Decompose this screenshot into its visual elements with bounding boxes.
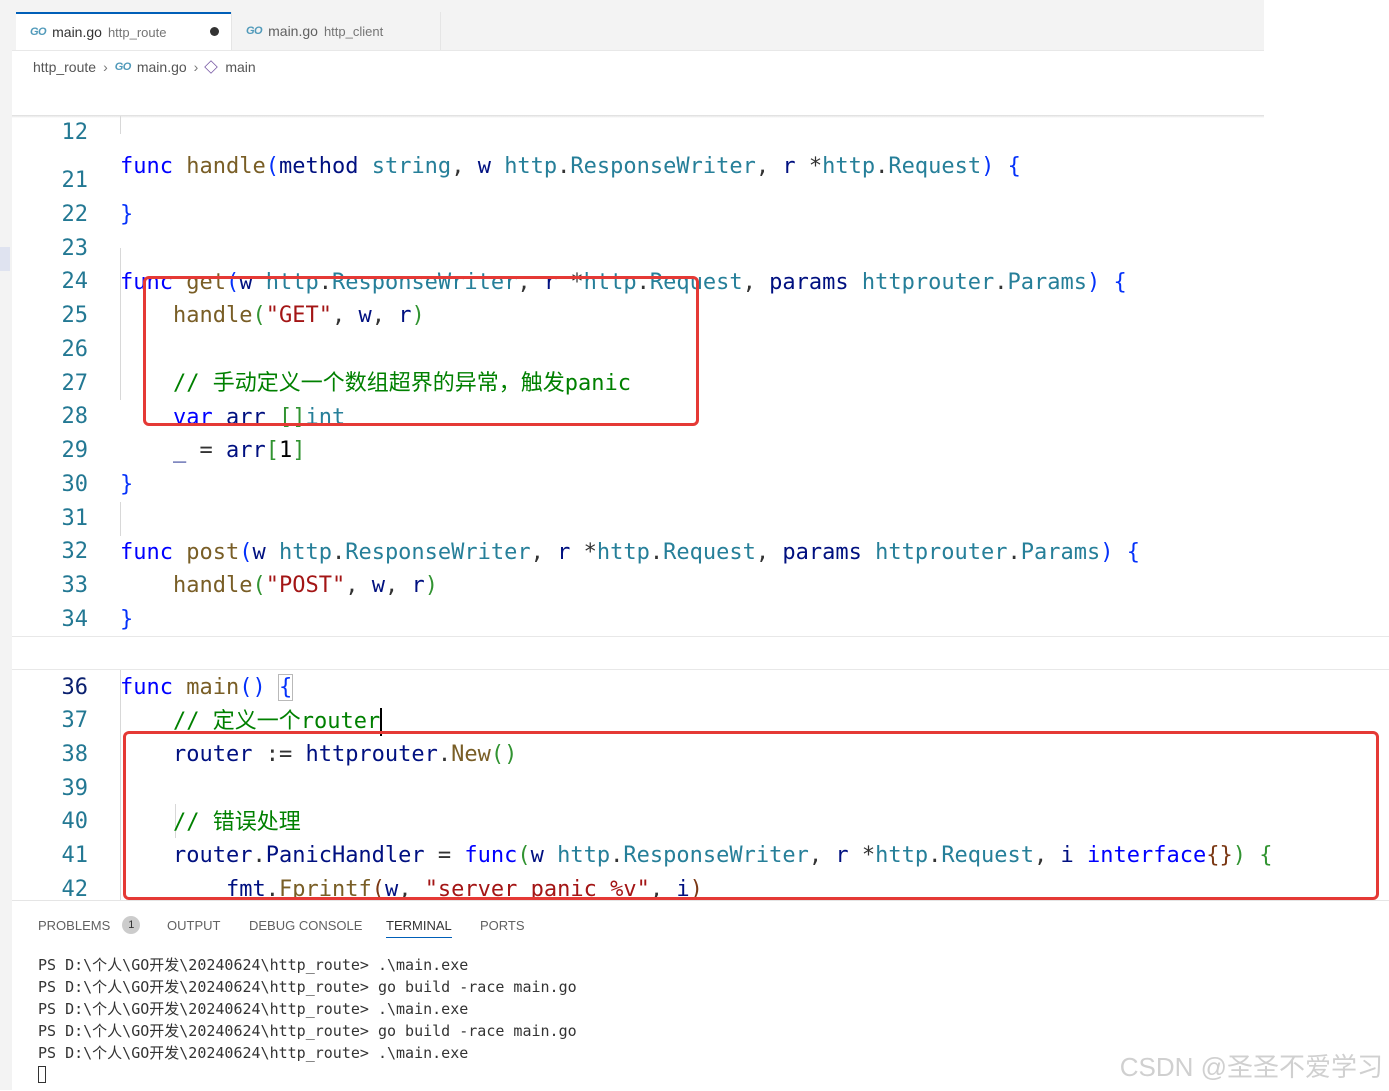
tab-label: TERMINAL [386, 917, 452, 933]
tab-label: PORTS [480, 917, 525, 933]
activity-strip [0, 0, 12, 1090]
breadcrumb-symbol[interactable]: main [225, 59, 255, 75]
unsaved-dot-icon[interactable] [210, 27, 219, 36]
tab-problems[interactable]: PROBLEMS 1 [38, 913, 141, 937]
watermark: CSDN @圣圣不爱学习 [1119, 1052, 1383, 1082]
sticky-scroll-shadow [12, 115, 1264, 118]
terminal-line: PS D:\个人\GO开发\20240624\http_route> .\mai… [38, 1000, 469, 1018]
chevron-right-icon: › [103, 59, 108, 75]
terminal-line: PS D:\个人\GO开发\20240624\http_route> go bu… [38, 978, 577, 996]
terminal-line: PS D:\个人\GO开发\20240624\http_route> go bu… [38, 1022, 577, 1040]
code-line-30[interactable]: 30 [12, 434, 1389, 497]
code-line-34[interactable]: 34 [12, 569, 1389, 632]
code-line-21[interactable]: 21 } [12, 130, 1389, 227]
tab-description: http_client [323, 23, 384, 39]
go-file-icon: GO [30, 26, 47, 38]
code-line-33[interactable]: 33 } [12, 535, 1389, 632]
sticky-scroll-line[interactable]: 12 func handle(method string, w http.Res… [12, 82, 1389, 179]
tab-label: OUTPUT [167, 917, 221, 933]
function-symbol-icon [204, 60, 219, 74]
breadcrumb-folder[interactable]: http_route [33, 59, 96, 75]
annotation-box-panic-trigger [143, 276, 699, 426]
tab-output[interactable]: OUTPUT [167, 913, 220, 937]
editor-tab-bar: GO main.go http_route GO main.go http_cl… [12, 0, 1264, 51]
code-line-37[interactable]: 37 router := httprouter.New() [12, 670, 1389, 767]
tab-filename: main.go [268, 23, 318, 39]
go-file-icon: GO [246, 25, 263, 37]
code-line-36[interactable]: 36 // 定义一个router [12, 636, 1389, 736]
code-line-31[interactable]: 31 func post(w http.ResponseWriter, r *h… [12, 468, 1389, 565]
active-indicator [0, 247, 10, 271]
problems-count-badge: 1 [122, 916, 141, 934]
code-line-22[interactable]: 22 [12, 164, 1389, 227]
tab-label: PROBLEMS [38, 917, 111, 933]
tab-debug-console[interactable]: DEBUG CONSOLE [249, 913, 362, 937]
code-line-35[interactable]: 35 func main() { [12, 603, 1389, 701]
tab-main-go-http-client[interactable]: GO main.go http_client [231, 12, 441, 50]
tab-main-go-http-route[interactable]: GO main.go http_route [16, 12, 231, 50]
code-editor[interactable]: w.Write([]byte("hello boy, your request … [12, 82, 1389, 900]
tab-description: http_route [107, 24, 167, 40]
tab-terminal[interactable]: TERMINAL [386, 913, 452, 938]
breadcrumb: http_route › GO main.go › main [33, 57, 256, 77]
go-file-icon: GO [114, 61, 132, 73]
code-line-24[interactable]: 24 handle("GET", w, r) [12, 231, 1389, 328]
terminal-cursor[interactable] [38, 1066, 46, 1083]
tab-filename: main.go [52, 24, 102, 40]
chevron-right-icon: › [193, 59, 199, 75]
annotation-box-panic-handler [123, 731, 1379, 900]
tab-ports[interactable]: PORTS [480, 913, 525, 937]
code-line-32[interactable]: 32 handle("POST", w, r) [12, 501, 1389, 598]
breadcrumb-file[interactable]: main.go [137, 59, 187, 75]
terminal-line: PS D:\个人\GO开发\20240624\http_route> .\mai… [38, 956, 469, 974]
terminal-line: PS D:\个人\GO开发\20240624\http_route> .\mai… [38, 1044, 469, 1062]
code-line-23[interactable]: 23 func get(w http.ResponseWriter, r *ht… [12, 198, 1389, 295]
tab-label: DEBUG CONSOLE [249, 917, 363, 933]
